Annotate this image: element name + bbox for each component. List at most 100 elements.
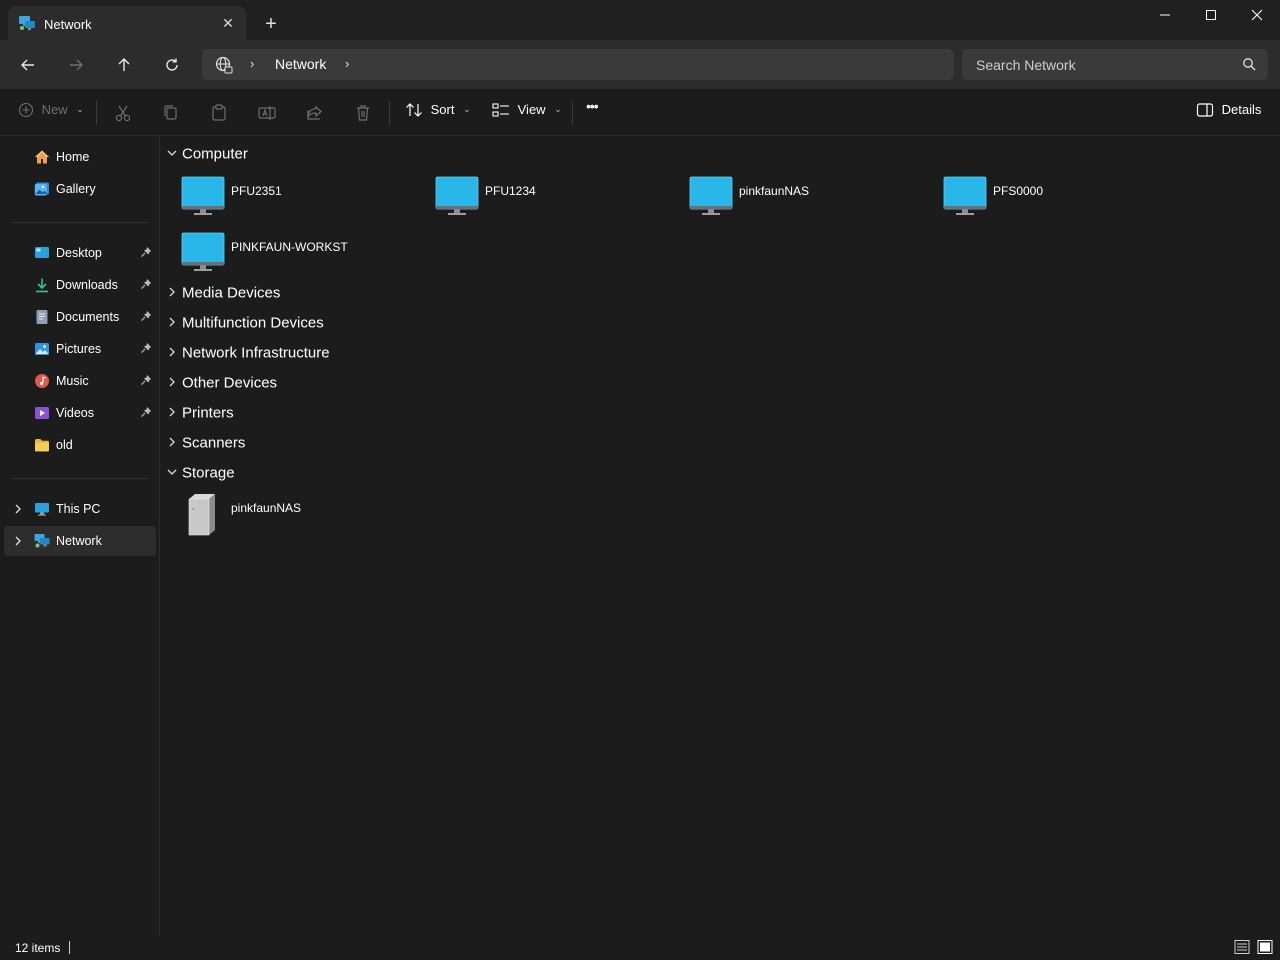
divider: [389, 101, 390, 125]
title-bar: Network ✕ +: [0, 0, 1280, 41]
arrow-up-icon: [118, 58, 130, 71]
pin-icon[interactable]: [140, 342, 152, 354]
minimize-icon: [1160, 14, 1170, 16]
group-header-network-infrastructure[interactable]: Network Infrastructure: [166, 344, 330, 366]
sidebar-item-network[interactable]: Network: [4, 526, 156, 556]
paste-icon[interactable]: [207, 101, 231, 125]
sidebar-divider: [12, 478, 148, 479]
back-button[interactable]: [14, 51, 42, 79]
close-window-button[interactable]: [1234, 0, 1280, 32]
chevron-down-icon: ⌄: [76, 104, 84, 115]
forward-button[interactable]: [62, 51, 90, 79]
chevron-down-icon: [166, 147, 178, 162]
home-icon: [35, 150, 49, 164]
new-button[interactable]: New ⌄: [18, 101, 84, 125]
chevron-right-icon[interactable]: [12, 534, 24, 548]
sidebar-item-desktop[interactable]: Desktop: [4, 238, 156, 268]
command-bar: New ⌄ Sort ⌄ View ⌄ ••• Details: [0, 89, 1280, 136]
sidebar-item-music[interactable]: Music: [4, 366, 156, 396]
address-bar[interactable]: › Network ›: [202, 49, 954, 80]
group-header-multifunction-devices[interactable]: Multifunction Devices: [166, 314, 324, 336]
sidebar-item-pictures[interactable]: Pictures: [4, 334, 156, 364]
sidebar-item-documents[interactable]: Documents: [4, 302, 156, 332]
sidebar-item-label: Music: [56, 374, 89, 388]
search-input[interactable]: Search Network: [962, 49, 1268, 80]
group-header-computer[interactable]: Computer: [166, 145, 248, 167]
status-divider: [69, 941, 70, 954]
gallery-icon: [34, 182, 49, 196]
pin-icon[interactable]: [140, 278, 152, 290]
sidebar-item-gallery[interactable]: Gallery: [4, 174, 156, 204]
sidebar-item-old[interactable]: old: [4, 430, 156, 460]
tab-network[interactable]: Network ✕: [8, 6, 246, 41]
pin-icon[interactable]: [140, 374, 152, 386]
group-header-media-devices[interactable]: Media Devices: [166, 284, 280, 306]
rename-icon[interactable]: [255, 101, 279, 125]
computer-tile[interactable]: PINKFAUN-WORKST: [181, 232, 421, 282]
address-row: › Network › Search Network: [0, 41, 1280, 89]
details-view-icon[interactable]: [1234, 939, 1250, 955]
nas-drive-icon: [188, 494, 215, 536]
details-label: Details: [1221, 102, 1262, 118]
details-button[interactable]: Details: [1196, 101, 1261, 125]
pin-icon[interactable]: [140, 406, 152, 418]
music-icon: [35, 374, 49, 388]
pin-icon[interactable]: [140, 310, 152, 322]
divider: [572, 101, 573, 125]
sidebar-item-downloads[interactable]: Downloads: [4, 270, 156, 300]
monitor-icon: [181, 232, 225, 271]
pin-icon[interactable]: [140, 246, 152, 258]
delete-icon[interactable]: [351, 101, 375, 125]
sidebar-item-videos[interactable]: Videos: [4, 398, 156, 428]
view-button[interactable]: View ⌄: [492, 101, 562, 125]
copy-icon[interactable]: [159, 101, 183, 125]
new-label: New: [41, 102, 68, 118]
group-title: Storage: [182, 464, 235, 482]
sidebar-item-this-pc[interactable]: This PC: [4, 494, 156, 524]
sidebar-item-label: Downloads: [56, 278, 118, 292]
group-title: Network Infrastructure: [182, 344, 330, 362]
computer-name: PFS0000: [993, 184, 1044, 198]
computer-tile[interactable]: PFS0000: [943, 176, 1183, 226]
group-title: Scanners: [182, 434, 246, 452]
sidebar-item-home[interactable]: Home: [4, 142, 156, 172]
computer-tile[interactable]: PFU1234: [435, 176, 675, 226]
chevron-right-icon: [166, 436, 178, 451]
sidebar-item-label: Network: [56, 534, 102, 548]
storage-tile[interactable]: pinkfaunNAS: [181, 493, 421, 543]
sidebar-item-label: Gallery: [56, 182, 96, 196]
chevron-right-icon: [166, 286, 178, 301]
tiles-view-icon[interactable]: [1257, 939, 1273, 955]
breadcrumb-network[interactable]: Network: [275, 56, 326, 72]
computer-tile[interactable]: pinkfaunNAS: [689, 176, 929, 226]
sidebar-item-label: This PC: [56, 502, 101, 516]
new-tab-button[interactable]: +: [260, 14, 282, 36]
tab-close-button[interactable]: ✕: [218, 13, 238, 33]
chevron-right-icon[interactable]: [12, 502, 24, 516]
breadcrumb-chevron-icon[interactable]: ›: [250, 56, 254, 71]
group-header-scanners[interactable]: Scanners: [166, 434, 245, 456]
cut-icon[interactable]: [111, 101, 135, 125]
sidebar-divider: [12, 222, 148, 223]
refresh-button[interactable]: [158, 51, 186, 79]
minimize-button[interactable]: [1142, 0, 1188, 32]
more-options-button[interactable]: •••: [586, 98, 599, 122]
group-header-other-devices[interactable]: Other Devices: [166, 374, 277, 396]
chevron-down-icon: ⌄: [554, 104, 562, 115]
group-header-printers[interactable]: Printers: [166, 404, 234, 426]
breadcrumb-chevron-icon[interactable]: ›: [345, 56, 349, 71]
sidebar-item-label: Desktop: [56, 246, 102, 260]
chevron-right-icon: [166, 316, 178, 331]
sort-button[interactable]: Sort ⌄: [405, 101, 471, 125]
network-icon: [19, 16, 35, 30]
up-button[interactable]: [110, 51, 138, 79]
search-icon: [1243, 58, 1256, 71]
maximize-button[interactable]: [1188, 0, 1234, 32]
content-pane: Computer PFU2351 PFU1234 pinkfaunNAS PFS…: [161, 136, 1280, 936]
share-icon[interactable]: [303, 101, 327, 125]
group-title: Media Devices: [182, 284, 281, 302]
pc-icon: [35, 503, 49, 516]
group-header-storage[interactable]: Storage: [166, 464, 235, 486]
sidebar-item-label: Home: [56, 150, 90, 164]
computer-tile[interactable]: PFU2351: [181, 176, 421, 226]
